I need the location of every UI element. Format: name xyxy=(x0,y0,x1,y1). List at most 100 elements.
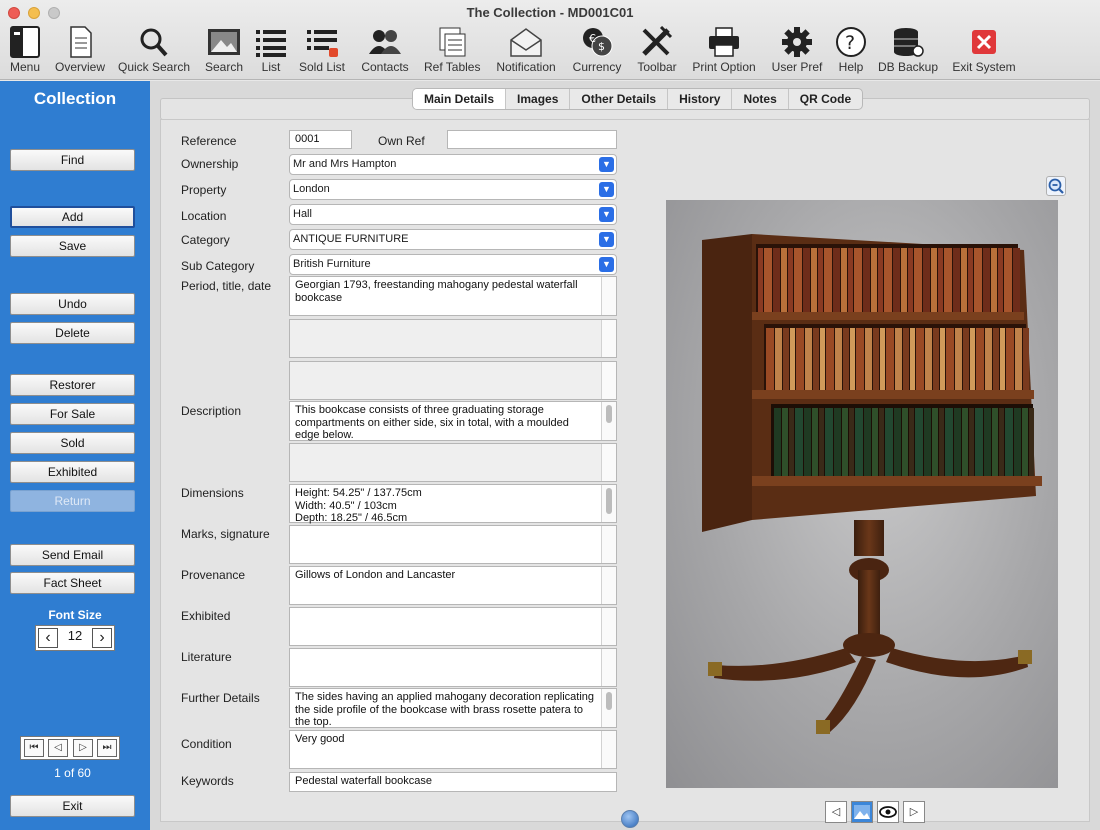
book-spine xyxy=(880,328,885,390)
exhibited-label: Exhibited xyxy=(181,609,231,623)
next-record-button[interactable]: ▷ xyxy=(73,739,93,757)
toolbar-exit-system-button[interactable]: Exit System xyxy=(950,26,1018,78)
location-select[interactable]: Hall ▼ xyxy=(289,204,617,225)
tab-qr-code[interactable]: QR Code xyxy=(789,89,862,109)
scrollbar[interactable] xyxy=(601,362,616,399)
toolbar-label: Search xyxy=(204,60,244,74)
description-extra-field[interactable] xyxy=(289,443,617,482)
toolbar-notification-button[interactable]: Notification xyxy=(494,26,558,78)
exit-button[interactable]: Exit xyxy=(10,795,135,817)
tab-history[interactable]: History xyxy=(668,89,733,109)
save-button[interactable]: Save xyxy=(10,235,135,257)
book-spine xyxy=(961,248,967,312)
book-spine xyxy=(811,248,817,312)
scrollbar[interactable] xyxy=(601,731,616,768)
tools-icon xyxy=(642,26,673,56)
font-size-increase-button[interactable]: › xyxy=(92,628,112,648)
send-email-button[interactable]: Send Email xyxy=(10,544,135,566)
previous-image-button[interactable]: ◁ xyxy=(825,801,847,823)
property-select[interactable]: London ▼ xyxy=(289,179,617,200)
tab-other-details[interactable]: Other Details xyxy=(570,89,669,109)
toolbar-list-button[interactable]: List xyxy=(254,26,288,78)
book-spine xyxy=(841,248,847,312)
scrollbar[interactable] xyxy=(601,320,616,357)
marks-field[interactable] xyxy=(289,525,617,564)
toolbar-ref-tables-button[interactable]: Ref Tables xyxy=(424,26,480,78)
toolbar-contacts-button[interactable]: Contacts xyxy=(360,26,410,78)
period-extra-field[interactable] xyxy=(289,319,617,358)
book-spine xyxy=(976,328,984,390)
description-field[interactable]: This bookcase consists of three graduati… xyxy=(289,401,617,441)
restorer-button[interactable]: Restorer xyxy=(10,374,135,396)
sub-category-select[interactable]: British Furniture ▼ xyxy=(289,254,617,275)
sub-category-label: Sub Category xyxy=(181,259,255,273)
tab-notes[interactable]: Notes xyxy=(732,89,789,109)
book-spine xyxy=(984,408,991,476)
zoom-out-button[interactable] xyxy=(1046,176,1066,196)
toolbar-user-pref-button[interactable]: User Pref xyxy=(770,26,824,78)
first-record-button[interactable]: ⏮ xyxy=(24,739,44,757)
last-record-button[interactable]: ⏭ xyxy=(97,739,117,757)
keywords-field[interactable]: Pedestal waterfall bookcase xyxy=(289,772,617,792)
scrollbar-thumb[interactable] xyxy=(606,488,612,514)
globe-icon[interactable] xyxy=(621,810,639,828)
tab-main-details[interactable]: Main Details xyxy=(413,89,507,109)
period-extra-field-2[interactable] xyxy=(289,361,617,400)
image-view-button[interactable] xyxy=(851,801,873,823)
scrollbar[interactable] xyxy=(601,444,616,481)
tab-images[interactable]: Images xyxy=(506,89,571,109)
scrollbar[interactable] xyxy=(601,689,616,727)
period-field[interactable]: Georgian 1793, freestanding mahogany ped… xyxy=(289,276,617,316)
previous-record-button[interactable]: ◁ xyxy=(48,739,68,757)
for-sale-button[interactable]: For Sale xyxy=(10,403,135,425)
add-button[interactable]: Add xyxy=(10,206,135,228)
book-spine xyxy=(1004,248,1012,312)
toolbar-overview-button[interactable]: Overview xyxy=(52,26,108,78)
condition-label: Condition xyxy=(181,737,232,751)
toolbar-help-button[interactable]: ? Help xyxy=(834,26,868,78)
scrollbar[interactable] xyxy=(601,402,616,440)
provenance-field[interactable]: Gillows of London and Lancaster xyxy=(289,566,617,605)
menu-icon xyxy=(10,26,40,58)
toolbar-toolbar-button[interactable]: Toolbar xyxy=(636,26,678,78)
find-button[interactable]: Find xyxy=(10,149,135,171)
book-spine xyxy=(878,248,883,312)
condition-field[interactable]: Very good xyxy=(289,730,617,769)
toolbar-quick-search-button[interactable]: Quick Search xyxy=(118,26,190,78)
toolbar-currency-button[interactable]: € $ Currency xyxy=(570,26,624,78)
toolbar-menu-button[interactable]: Menu xyxy=(6,26,44,78)
literature-field[interactable] xyxy=(289,648,617,687)
next-image-button[interactable]: ▷ xyxy=(903,801,925,823)
category-select[interactable]: ANTIQUE FURNITURE ▼ xyxy=(289,229,617,250)
scrollbar[interactable] xyxy=(601,526,616,563)
exhibited-field[interactable] xyxy=(289,607,617,646)
book-spine xyxy=(1022,408,1028,476)
sold-button[interactable]: Sold xyxy=(10,432,135,454)
further-details-text: The sides having an applied mahogany dec… xyxy=(295,691,595,728)
scrollbar-thumb[interactable] xyxy=(606,692,612,710)
further-details-field[interactable]: The sides having an applied mahogany dec… xyxy=(289,688,617,728)
toolbar-print-option-button[interactable]: Print Option xyxy=(690,26,758,78)
undo-button[interactable]: Undo xyxy=(10,293,135,315)
scrollbar[interactable] xyxy=(601,649,616,686)
fact-sheet-button[interactable]: Fact Sheet xyxy=(10,572,135,594)
book-spine xyxy=(963,328,969,390)
scrollbar[interactable] xyxy=(601,277,616,315)
scrollbar-thumb[interactable] xyxy=(606,405,612,423)
ownership-select[interactable]: Mr and Mrs Hampton ▼ xyxy=(289,154,617,175)
return-button[interactable]: Return xyxy=(10,490,135,512)
toolbar-db-backup-button[interactable]: DB Backup xyxy=(878,26,938,78)
scrollbar[interactable] xyxy=(601,567,616,604)
preview-button[interactable] xyxy=(877,801,899,823)
scrollbar[interactable] xyxy=(601,608,616,645)
own-ref-field[interactable] xyxy=(447,130,617,149)
delete-button[interactable]: Delete xyxy=(10,322,135,344)
dimensions-field[interactable]: Height: 54.25" / 137.75cm Width: 40.5" /… xyxy=(289,484,617,524)
scrollbar[interactable] xyxy=(601,485,616,522)
exhibited-button[interactable]: Exhibited xyxy=(10,461,135,483)
toolbar-search-button[interactable]: Search xyxy=(204,26,244,78)
toolbar-sold-list-button[interactable]: Sold List xyxy=(298,26,346,78)
reference-field[interactable]: 0001 xyxy=(289,130,352,149)
font-size-decrease-button[interactable]: ‹ xyxy=(38,628,58,648)
toolbar-label: User Pref xyxy=(771,60,823,74)
